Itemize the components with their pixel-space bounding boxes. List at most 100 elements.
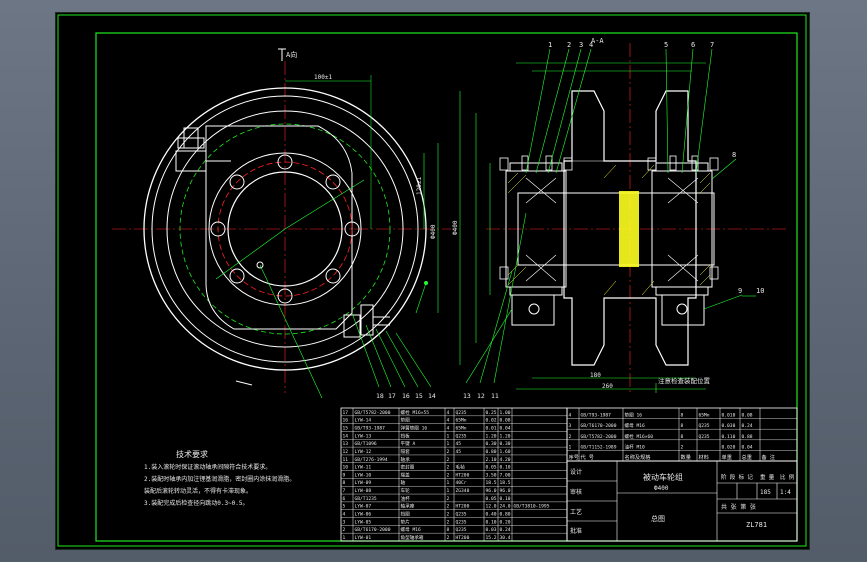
drawing-sheet: 100±1 120±1 Ф400 180 260 Ф400 A-A A向 注意检…: [55, 12, 810, 550]
bom-cell: 轴承座: [401, 503, 415, 510]
bom-cell: 1: [447, 488, 450, 494]
callout-number: 12: [477, 392, 485, 400]
bom-cell: 2: [569, 434, 572, 440]
view-label: A向: [286, 50, 297, 59]
bom-cell: Q235: [456, 433, 467, 439]
bom-cell: GB/T276-1994: [355, 457, 388, 463]
callout-number: 9: [738, 287, 742, 295]
bom-cell: 2: [447, 449, 450, 455]
bom-cell: 65Mn: [699, 413, 710, 419]
callout-number: 6: [691, 41, 695, 49]
bom-cell: 2.10: [486, 457, 497, 463]
bom-cell: LYW-06: [355, 512, 372, 518]
bom-cell: 0.04: [500, 425, 511, 431]
bom-cell: GB/T6170-2000: [581, 423, 617, 429]
bom-cell: GB/T1096: [355, 441, 377, 447]
bom-cell: 24.0: [500, 504, 511, 510]
bom-cell: 1.60: [500, 449, 511, 455]
bom-cell: 11: [343, 457, 349, 463]
bom-cell: 0.05: [486, 465, 497, 471]
tech-note-line: 装配后滚轮转动灵活，不得有卡滞现象。: [144, 487, 252, 495]
weight-value: 185: [760, 489, 771, 496]
tb-stage: 重 量: [760, 473, 775, 481]
bom-header-cell: 数量: [681, 453, 691, 461]
bom-cell: 螺栓 M16×60: [625, 433, 654, 440]
bom-cell: 2: [681, 444, 684, 450]
bom-cell: 1.00: [500, 410, 511, 416]
bom-cell: 2: [447, 465, 450, 471]
bom-cell: LYW-09: [355, 480, 372, 486]
bom-cell: 65Mn: [456, 418, 467, 424]
bom-cell: 0.80: [500, 512, 511, 518]
bom-cell: 毛毡: [456, 464, 466, 471]
bom-cell: 0.24: [500, 527, 511, 533]
bom-cell: 10: [343, 465, 349, 471]
bom-cell: LYW-10: [355, 472, 372, 478]
bom-cell: 0.40: [486, 512, 497, 518]
bom-cell: 7: [343, 488, 346, 494]
bom-header-cell: 备 注: [762, 453, 776, 461]
bom-cell: 8: [681, 434, 684, 440]
drawing-number: ZL781: [746, 521, 767, 529]
bom-cell: 0.20: [500, 519, 511, 525]
bom-cell: 1.20: [500, 433, 511, 439]
bom-cell: 0.30: [500, 441, 511, 447]
bom-cell: 0.01: [486, 425, 497, 431]
bom-cell: 0.110: [722, 434, 736, 440]
svg-text:180: 180: [590, 372, 601, 379]
bom-cell: 0.88: [742, 434, 753, 440]
bom-cell: 0.10: [486, 519, 497, 525]
bom-cell: 螺母 M16: [625, 422, 645, 429]
tb-label: 工艺: [570, 508, 582, 516]
bom-cell: 2: [447, 472, 450, 478]
callout-number: 11: [491, 392, 499, 400]
bom-cell: LYW-13: [355, 433, 372, 439]
bom-cell: 4: [447, 410, 450, 416]
callout-number: 7: [710, 41, 714, 49]
svg-text:Ф400: Ф400: [452, 220, 459, 235]
bom-cell: 0.02: [486, 418, 497, 424]
bom-cell: 弹簧垫圈 16: [401, 424, 428, 431]
bom-cell: 3.50: [486, 472, 497, 478]
bom-cell: 平键 A: [401, 440, 416, 447]
bom-cell: 1: [447, 441, 450, 447]
callout-number: 14: [428, 392, 436, 400]
tb-stage: 比 例: [780, 473, 795, 481]
bom-cell: 6: [343, 496, 346, 502]
bom-cell: 1: [569, 444, 572, 450]
bom-cell: 65Mn: [456, 425, 467, 431]
bom-cell: 隔套: [401, 448, 411, 455]
callout-number: 4: [589, 41, 593, 49]
bom-cell: 7.00: [500, 472, 511, 478]
sheet-info: 共 张 第 张: [721, 503, 756, 511]
callout-number: 10: [756, 287, 764, 295]
bom-cell: 0.05: [486, 496, 497, 502]
bom-cell: 12: [343, 449, 349, 455]
bom-cell: 0.020: [722, 444, 736, 450]
bom-cell: 45: [456, 441, 462, 447]
bom-cell: 9: [343, 472, 346, 478]
bom-cell: 2: [447, 504, 450, 510]
dim-text: 100±1: [314, 74, 332, 81]
bom-cell: 0.10: [500, 465, 511, 471]
bom-cell: 45: [456, 449, 462, 455]
bom-cell: 96.0: [486, 488, 497, 494]
bom-cell: LYW-05: [355, 519, 372, 525]
callout-number: 15: [415, 392, 423, 400]
section-view: 180 260 Ф400: [452, 43, 786, 393]
bom-header-cell: 名称及规格: [625, 453, 652, 461]
bom-cell: 1: [447, 433, 450, 439]
bom-cell: 垫圈 16: [625, 412, 643, 419]
bom-cell: 2: [447, 496, 450, 502]
drawing-title: 被动车轮组: [643, 472, 683, 482]
svg-text:Ф400: Ф400: [430, 224, 437, 239]
tb-label: 设计: [570, 468, 582, 476]
bom-cell: 角型轴承箱: [401, 534, 424, 541]
callout-number: 1: [548, 41, 552, 49]
bom-cell: 垫片: [401, 518, 411, 525]
bom-cell: 垫圈: [401, 417, 411, 424]
bom-cell: 轴承: [401, 456, 411, 463]
bom-cell: GB/T1152-1989: [581, 444, 617, 450]
bom-cell: HT200: [456, 535, 470, 541]
bom-cell: 0.04: [742, 444, 753, 450]
